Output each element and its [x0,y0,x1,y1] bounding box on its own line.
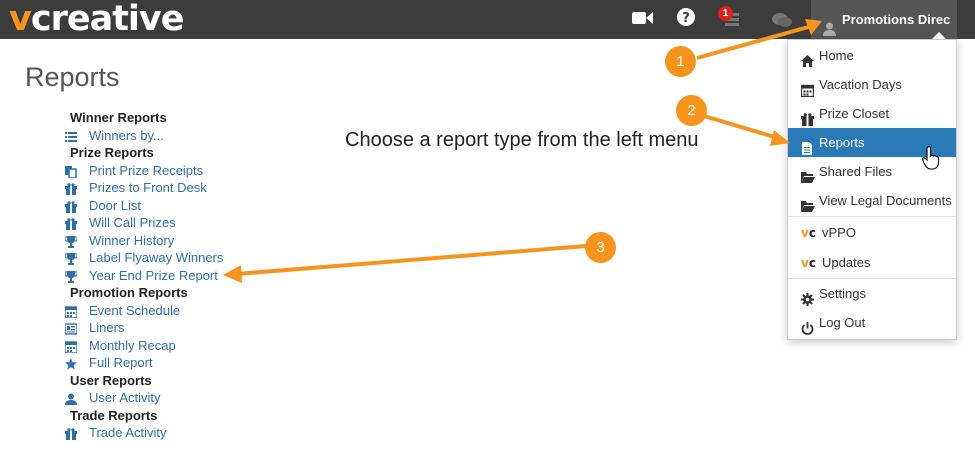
report-link-label: Will Call Prizes [89,215,176,230]
menu-item-label: Settings [819,286,866,301]
logo-v: v [9,0,32,39]
menu-item-label: Prize Closet [819,106,890,121]
menu-item-label: Shared Files [819,164,892,179]
report-link-label: Prizes to Front Desk [89,180,207,195]
section-heading-user: User Reports [70,372,152,388]
section-heading-trade: Trade Reports [70,407,158,423]
trophy-icon [64,270,78,283]
instruction-text: Choose a report type from the left menu [345,129,699,151]
section-heading-promotion: Promotion Reports [70,285,188,300]
report-link-label: Event Schedule [89,302,181,318]
calendar-icon [64,305,78,319]
report-link-year-end-prize-report[interactable]: Year End Prize Report [63,267,303,285]
menu-item-updates[interactable]: vc Updates [788,248,956,277]
folder-open-icon [801,165,815,183]
menu-item-settings[interactable]: Settings [788,279,956,308]
report-menu: Winner Reports Winners by... Prize Repor… [63,109,303,442]
file-text-icon [801,136,814,155]
section-heading-winner: Winner Reports [70,110,167,125]
home-icon [801,49,814,67]
menu-item-log-out[interactable]: Log Out [788,308,956,337]
gift-icon [65,427,77,440]
folder-open-icon [801,194,815,212]
report-link-prizes-to-front-desk[interactable]: Prizes to Front Desk [63,179,303,197]
gear-icon [801,287,814,306]
menu-item-vacation-days[interactable]: Vacation Days [788,70,956,99]
report-link-label: Label Flyaway Winners [89,250,224,265]
report-link-label: Full Report [89,355,153,370]
report-link-label: Monthly Recap [89,337,176,353]
annotation-marker-2: 2 [676,95,707,126]
video-camera-icon[interactable] [632,10,654,31]
report-link-label: Year End Prize Report [89,267,218,283]
notification-badge: 1 [718,6,733,21]
trophy-icon [64,252,78,265]
menu-item-prize-closet[interactable]: Prize Closet [788,99,956,128]
report-link-door-list[interactable]: Door List [63,197,303,215]
menu-item-view-legal-documents[interactable]: View Legal Documents [788,186,956,215]
report-link-label: Door List [89,197,142,213]
id-card-icon [64,322,78,335]
report-link-label: Winner History [89,232,175,248]
calendar-icon [800,78,815,98]
menu-item-label: vPPO [822,225,856,240]
menu-item-label: Vacation Days [819,77,902,92]
gift-icon [65,217,77,230]
menu-item-label: Reports [819,135,865,150]
gift-icon [65,200,77,213]
report-link-full-report[interactable]: Full Report [63,354,303,372]
report-link-label-flyaway-winners[interactable]: Label Flyaway Winners [63,249,303,267]
svg-text:?: ? [682,11,690,26]
help-icon[interactable]: ? [677,8,695,31]
vc-logo-icon: vc [801,226,816,240]
gift-icon [801,107,814,126]
report-link-liners[interactable]: Liners [63,319,303,337]
list-icon [65,130,77,142]
menu-item-label: Log Out [819,315,866,330]
report-link-label: User Activity [89,390,161,405]
report-link-label: Liners [89,320,125,335]
annotation-marker-1: 1 [665,46,696,77]
report-link-trade-activity[interactable]: Trade Activity [63,424,303,442]
gift-icon [65,182,77,195]
report-link-winners-by[interactable]: Winners by... [63,127,303,145]
report-link-label: Winners by... [89,127,164,143]
menu-item-vppo[interactable]: vc vPPO [788,218,956,247]
power-icon [801,316,814,335]
report-link-event-schedule[interactable]: Event Schedule [63,302,303,320]
user-icon [65,392,77,405]
report-link-user-activity[interactable]: User Activity [63,389,303,407]
menu-item-home[interactable]: Home [788,41,956,70]
calendar-icon [64,340,78,354]
report-link-will-call-prizes[interactable]: Will Call Prizes [63,214,303,232]
report-link-print-prize-receipts[interactable]: Print Prize Receipts [63,162,303,180]
report-link-monthly-recap[interactable]: Monthly Recap [63,337,303,355]
top-navbar: vcreative ? 1 Promotions Direc [0,0,975,39]
menu-divider [788,216,956,217]
user-dropdown-menu: Home Vacation Days Prize Closet Reports … [787,39,957,340]
copy-icon [65,165,77,179]
section-heading-prize: Prize Reports [70,145,154,160]
star-icon [65,357,77,370]
report-link-label: Trade Activity [89,425,167,440]
page-title: Reports [25,62,120,92]
report-link-winner-history[interactable]: Winner History [63,232,303,250]
trophy-icon [64,235,78,248]
report-link-label: Print Prize Receipts [89,162,204,178]
hand-cursor-icon [921,146,940,175]
menu-item-label: View Legal Documents [819,193,952,208]
menu-item-label: Home [819,48,854,63]
logo-rest: creative [30,0,185,39]
annotation-marker-3: 3 [585,232,616,263]
vc-logo-icon: vc [801,256,816,270]
menu-item-label: Updates [822,255,871,270]
arrow-2 [703,114,779,140]
chat-icon[interactable] [772,12,792,33]
vcreative-logo[interactable]: vcreative [9,0,185,39]
